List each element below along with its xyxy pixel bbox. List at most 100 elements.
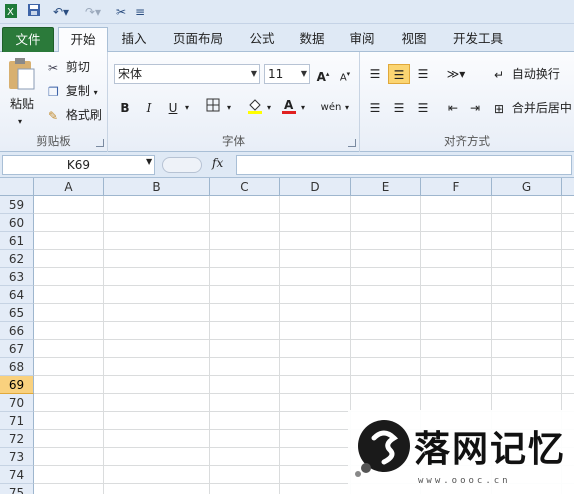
insert-function-button[interactable]: fx [212, 156, 223, 170]
column-header[interactable]: A [34, 178, 104, 196]
row-header[interactable]: 73 [0, 448, 34, 466]
phonetic-dropdown-icon[interactable]: ▾ [342, 98, 352, 118]
row-header[interactable]: 60 [0, 214, 34, 232]
fill-color-button[interactable] [244, 98, 266, 118]
row-header[interactable]: 62 [0, 250, 34, 268]
grid-row[interactable] [34, 286, 574, 304]
column-header[interactable]: D [280, 178, 351, 196]
italic-button[interactable]: I [138, 98, 160, 118]
row-header[interactable]: 61 [0, 232, 34, 250]
name-box[interactable]: K69 [2, 155, 155, 175]
paste-dropdown-icon[interactable]: ▾ [18, 112, 22, 132]
clipboard-group: 粘贴 ▾ ✂ 剪切 ❐ 复制 ▾ ✎ 格式刷 剪贴板 [0, 52, 108, 152]
phonetic-icon: wén [320, 102, 342, 113]
decrease-indent-button[interactable]: ⇤ [442, 98, 464, 118]
align-left-button[interactable]: ☰ [364, 98, 386, 118]
row-header[interactable]: 75 [0, 484, 34, 494]
align-top-button[interactable]: ☰ [364, 64, 386, 84]
increase-indent-icon: ⇥ [469, 101, 481, 115]
row-header[interactable]: 72 [0, 430, 34, 448]
font-launcher-icon[interactable] [348, 139, 356, 147]
grid-row[interactable] [34, 196, 574, 214]
redo-icon[interactable]: ↷▾ [80, 3, 106, 21]
column-header[interactable]: E [351, 178, 421, 196]
phonetic-button[interactable]: wén [320, 98, 342, 118]
tab-page-layout[interactable]: 页面布局 [164, 27, 232, 52]
formula-input[interactable] [236, 155, 572, 175]
row-header[interactable]: 66 [0, 322, 34, 340]
tab-review[interactable]: 审阅 [340, 27, 384, 52]
tab-insert[interactable]: 插入 [112, 27, 156, 52]
save-icon[interactable] [26, 3, 42, 21]
grid-row[interactable] [34, 322, 574, 340]
tab-view[interactable]: 视图 [392, 27, 436, 52]
borders-dropdown-icon[interactable]: ▾ [224, 98, 234, 118]
column-header[interactable]: F [421, 178, 492, 196]
grid-row[interactable] [34, 304, 574, 322]
tab-data[interactable]: 数据 [290, 27, 334, 52]
grid-row[interactable] [34, 214, 574, 232]
copy-button[interactable]: ❐ 复制 ▾ [48, 81, 98, 101]
undo-icon[interactable]: ↶▾ [48, 3, 74, 21]
borders-button[interactable] [202, 98, 224, 118]
orientation-icon: ≫▾ [446, 67, 466, 81]
quick-access-toolbar: X ↶▾ ↷▾ ✂ ≡ [0, 0, 574, 24]
row-header[interactable]: 67 [0, 340, 34, 358]
select-all-corner[interactable] [0, 178, 34, 196]
row-header[interactable]: 59 [0, 196, 34, 214]
row-header[interactable]: 65 [0, 304, 34, 322]
fill-color-dropdown-icon[interactable]: ▾ [264, 98, 274, 118]
tools-icon[interactable]: ✂ [112, 3, 130, 21]
row-header[interactable]: 71 [0, 412, 34, 430]
grow-font-button[interactable]: A▴ [312, 64, 334, 84]
decrease-indent-icon: ⇤ [447, 101, 459, 115]
font-name-combo[interactable]: 宋体 ▼ [114, 64, 260, 84]
align-bottom-button[interactable]: ☰ [412, 64, 434, 84]
row-header[interactable]: 64 [0, 286, 34, 304]
alignment-group: ☰ ☰ ☰ ≫▾ ↵ 自动换行 ☰ ☰ ☰ ⇤ ⇥ ⊞ 合并后居中 对齐方式 [360, 52, 574, 152]
tab-developer[interactable]: 开发工具 [444, 27, 512, 52]
increase-indent-button[interactable]: ⇥ [464, 98, 486, 118]
column-header[interactable]: B [104, 178, 210, 196]
row-header[interactable]: 70 [0, 394, 34, 412]
font-size-combo[interactable]: 11 ▼ [264, 64, 310, 84]
tab-formulas[interactable]: 公式 [240, 27, 284, 52]
column-header[interactable]: C [210, 178, 280, 196]
tab-file[interactable]: 文件 [2, 27, 54, 52]
align-right-button[interactable]: ☰ [412, 98, 434, 118]
shrink-font-button[interactable]: A▾ [334, 64, 356, 84]
column-header-partial[interactable] [562, 178, 574, 196]
grid-row[interactable] [34, 232, 574, 250]
grid-row[interactable] [34, 268, 574, 286]
align-center-button[interactable]: ☰ [388, 98, 410, 118]
grid-row[interactable] [34, 340, 574, 358]
customize-qat-icon[interactable]: ≡ [134, 3, 146, 21]
align-middle-button[interactable]: ☰ [388, 64, 410, 84]
align-left-icon: ☰ [369, 101, 381, 115]
grid-row[interactable] [34, 376, 574, 394]
bold-button[interactable]: B [114, 98, 136, 118]
row-header[interactable]: 63 [0, 268, 34, 286]
paste-icon[interactable] [6, 56, 40, 96]
underline-button[interactable]: U [162, 98, 184, 118]
cut-button[interactable]: ✂ 剪切 [48, 57, 90, 77]
orientation-button[interactable]: ≫▾ [442, 64, 470, 84]
font-color-button[interactable]: A [278, 98, 300, 118]
name-box-dropdown-icon[interactable]: ▼ [146, 157, 152, 166]
font-group: 宋体 ▼ 11 ▼ A▴ A▾ B I U ▾ ▾ ▾ A ▾ wén ▾ 字体 [108, 52, 360, 152]
wrap-text-button[interactable]: ↵ 自动换行 [494, 64, 560, 84]
paste-button[interactable]: 粘贴 [10, 94, 34, 114]
row-header[interactable]: 68 [0, 358, 34, 376]
column-header[interactable]: G [492, 178, 562, 196]
grid-row[interactable] [34, 250, 574, 268]
watermark-url: www.oooc.cn [418, 476, 511, 486]
row-header[interactable]: 74 [0, 466, 34, 484]
tab-home[interactable]: 开始 [58, 27, 108, 53]
grid-row[interactable] [34, 358, 574, 376]
row-header-selected[interactable]: 69 [0, 376, 34, 394]
underline-dropdown-icon[interactable]: ▾ [182, 98, 192, 118]
clipboard-launcher-icon[interactable] [96, 139, 104, 147]
font-color-dropdown-icon[interactable]: ▾ [298, 98, 308, 118]
format-painter-button[interactable]: ✎ 格式刷 [48, 105, 102, 125]
merge-center-button[interactable]: ⊞ 合并后居中 [494, 98, 572, 118]
